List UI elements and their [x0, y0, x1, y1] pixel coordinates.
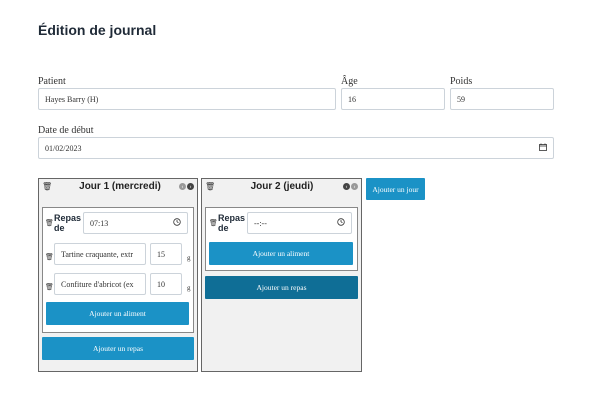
trash-icon[interactable]: 🗑	[209, 219, 218, 227]
food-name-value: Confiture d'abricot (ex	[61, 279, 134, 289]
patient-field[interactable]: Hayes Barry (H)	[38, 88, 336, 110]
page-title: Édition de journal	[38, 22, 157, 38]
age-value: 16	[348, 94, 356, 104]
food-name-input[interactable]: Confiture d'abricot (ex	[54, 273, 146, 295]
day-1-title: Jour 1 (mercredi)	[79, 181, 161, 192]
calendar-icon[interactable]	[539, 143, 547, 153]
move-right-icon[interactable]: ›	[351, 183, 358, 190]
add-meal-button[interactable]: Ajouter un repas	[205, 276, 358, 299]
unit-label: g	[187, 254, 191, 262]
add-day-button[interactable]: Ajouter un jour	[366, 178, 425, 200]
date-field[interactable]: 01/02/2023	[38, 137, 554, 159]
meal-time-value: 07:13	[90, 218, 109, 228]
poids-field[interactable]: 59	[450, 88, 554, 110]
trash-icon[interactable]: 🗑	[205, 182, 215, 191]
move-right-icon[interactable]: ›	[187, 183, 194, 190]
food-qty-input[interactable]: 10	[150, 273, 182, 295]
food-qty-value: 15	[157, 249, 165, 259]
move-left-icon[interactable]: ‹	[343, 183, 350, 190]
date-value: 01/02/2023	[45, 143, 82, 153]
age-label: Âge	[341, 76, 358, 87]
food-qty-input[interactable]: 15	[150, 243, 182, 265]
patient-value: Hayes Barry (H)	[45, 94, 99, 104]
food-name-value: Tartine craquante, extr	[61, 249, 134, 259]
unit-label: g	[187, 284, 191, 292]
food-qty-value: 10	[157, 279, 165, 289]
add-meal-button[interactable]: Ajouter un repas	[42, 337, 194, 360]
poids-value: 59	[457, 94, 465, 104]
add-food-button[interactable]: Ajouter un aliment	[209, 242, 353, 265]
move-left-icon[interactable]: ‹	[179, 183, 186, 190]
trash-icon[interactable]: 🗑	[45, 283, 54, 291]
clock-icon[interactable]	[173, 218, 181, 228]
meal-time-input[interactable]: 07:13	[83, 212, 188, 234]
age-field[interactable]: 16	[341, 88, 445, 110]
clock-icon[interactable]	[337, 218, 345, 228]
meal-time-input[interactable]: --:--	[247, 212, 352, 234]
food-name-input[interactable]: Tartine craquante, extr	[54, 243, 146, 265]
meal-label: Repas de	[218, 213, 246, 233]
meal-label: Repas de	[54, 213, 82, 233]
meal-time-value: --:--	[254, 218, 267, 228]
trash-icon[interactable]: 🗑	[45, 253, 54, 261]
date-label: Date de début	[38, 125, 94, 136]
poids-label: Poids	[450, 76, 473, 87]
trash-icon[interactable]: 🗑	[45, 219, 54, 227]
trash-icon[interactable]: 🗑	[42, 182, 52, 191]
day-2-title: Jour 2 (jeudi)	[250, 181, 314, 192]
add-food-button[interactable]: Ajouter un aliment	[46, 302, 189, 325]
patient-label: Patient	[38, 76, 66, 87]
